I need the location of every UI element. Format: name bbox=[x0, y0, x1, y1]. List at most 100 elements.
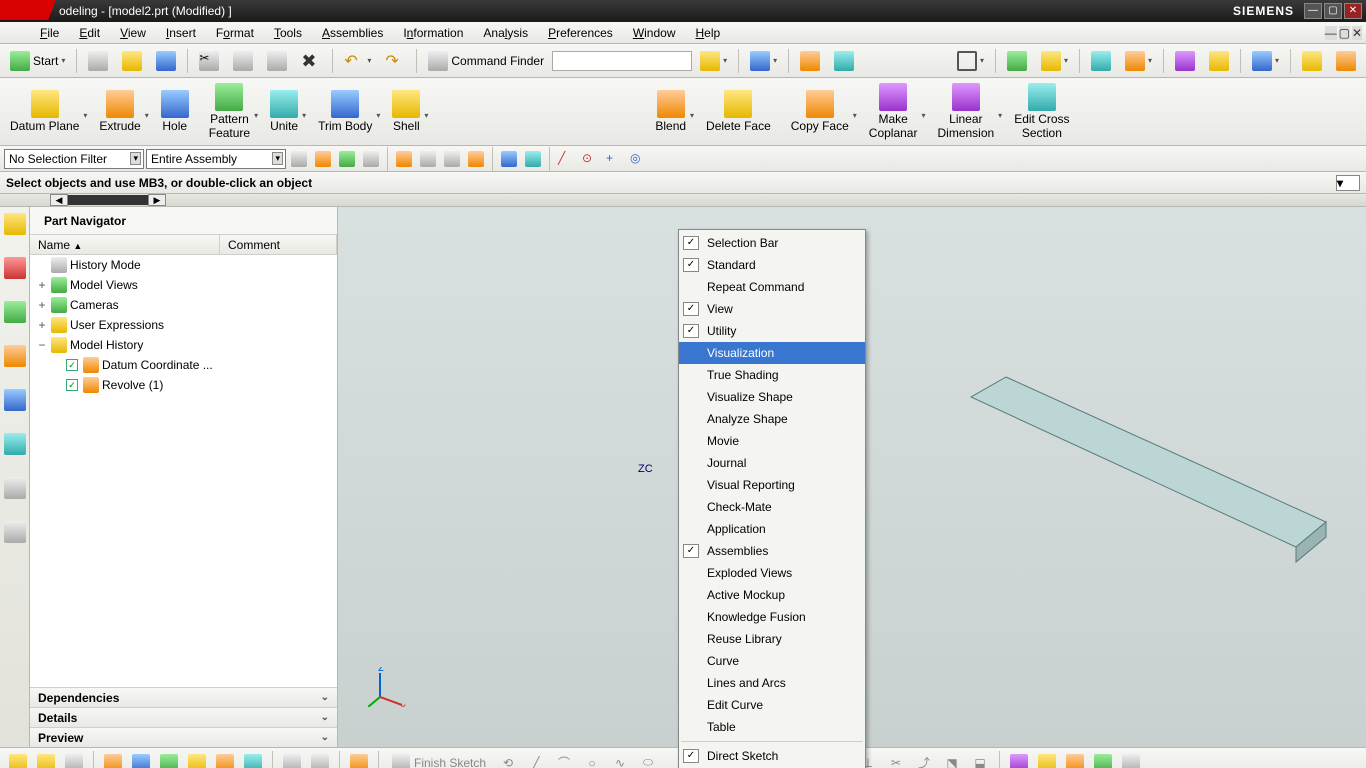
u1-button[interactable] bbox=[794, 49, 826, 73]
command-finder-input[interactable] bbox=[552, 51, 692, 71]
sk13-button[interactable] bbox=[1007, 751, 1031, 768]
sk12-button[interactable]: ⬓ bbox=[968, 751, 992, 768]
tree-row[interactable]: +Cameras bbox=[30, 295, 337, 315]
edit-cross-section-button[interactable]: Edit Cross Section bbox=[1004, 82, 1079, 142]
blend-button[interactable]: Blend▾ bbox=[645, 82, 696, 142]
menu-item[interactable]: Analyze Shape bbox=[679, 408, 865, 430]
selection-filter-dropdown[interactable]: No Selection Filter bbox=[4, 149, 144, 169]
menu-item[interactable]: Movie bbox=[679, 430, 865, 452]
b10-button[interactable] bbox=[280, 751, 304, 768]
u2-button[interactable] bbox=[828, 49, 860, 73]
menu-item[interactable]: ✓View bbox=[679, 298, 865, 320]
reuse-library-tab-icon[interactable] bbox=[4, 345, 26, 367]
menu-item[interactable]: Exploded Views bbox=[679, 562, 865, 584]
menu-analysis[interactable]: Analysis bbox=[473, 23, 538, 43]
menu-item[interactable]: ✓Utility bbox=[679, 320, 865, 342]
mdi-close-button[interactable]: ✕ bbox=[1352, 26, 1362, 40]
s7-button[interactable] bbox=[441, 148, 463, 170]
command-finder-button[interactable]: Command Finder bbox=[422, 49, 550, 73]
touch-mode-button[interactable]: ▾ bbox=[744, 49, 783, 73]
s4-button[interactable] bbox=[360, 148, 382, 170]
menu-item[interactable]: Edit Curve bbox=[679, 694, 865, 716]
paste-button[interactable] bbox=[261, 49, 293, 73]
menu-item[interactable]: Curve bbox=[679, 650, 865, 672]
redo-button[interactable]: ↷ bbox=[379, 49, 411, 73]
v4-button[interactable]: ▾ bbox=[1119, 49, 1158, 73]
v9-button[interactable] bbox=[1330, 49, 1362, 73]
s12-button[interactable]: ⊙ bbox=[579, 148, 601, 170]
s8-button[interactable] bbox=[465, 148, 487, 170]
menu-information[interactable]: Information bbox=[393, 23, 473, 43]
assembly-scope-dropdown[interactable]: Entire Assembly bbox=[146, 149, 286, 169]
tree-row[interactable]: −Model History bbox=[30, 335, 337, 355]
menu-edit[interactable]: Edit bbox=[69, 23, 110, 43]
expand-icon[interactable]: + bbox=[36, 278, 48, 292]
save-button[interactable] bbox=[150, 49, 182, 73]
s11-button[interactable]: ╱ bbox=[555, 148, 577, 170]
checkbox-icon[interactable]: ✓ bbox=[66, 379, 78, 391]
sk11-button[interactable]: ⬔ bbox=[940, 751, 964, 768]
navigator-tree[interactable]: History Mode+Model Views+Cameras+User Ex… bbox=[30, 255, 337, 687]
browser-tab-icon[interactable] bbox=[4, 433, 26, 455]
preview-section[interactable]: Preview⌄ bbox=[30, 727, 337, 747]
menu-item[interactable]: Application bbox=[679, 518, 865, 540]
roles-tab-icon[interactable] bbox=[4, 521, 26, 543]
s5-button[interactable] bbox=[393, 148, 415, 170]
sk17-button[interactable] bbox=[1119, 751, 1143, 768]
menu-tools[interactable]: Tools bbox=[264, 23, 312, 43]
mdi-restore-button[interactable]: ▢ bbox=[1339, 26, 1350, 40]
b12-button[interactable] bbox=[347, 751, 371, 768]
s9-button[interactable] bbox=[498, 148, 520, 170]
menu-preferences[interactable]: Preferences bbox=[538, 23, 623, 43]
new-button[interactable] bbox=[82, 49, 114, 73]
b9-button[interactable] bbox=[241, 751, 265, 768]
details-section[interactable]: Details⌄ bbox=[30, 707, 337, 727]
sk14-button[interactable] bbox=[1035, 751, 1059, 768]
sk3-button[interactable]: ⌒ bbox=[552, 751, 576, 768]
b11-button[interactable] bbox=[308, 751, 332, 768]
col-comment[interactable]: Comment bbox=[220, 235, 337, 254]
menu-format[interactable]: Format bbox=[206, 23, 264, 43]
menu-item[interactable]: Lines and Arcs bbox=[679, 672, 865, 694]
expand-icon[interactable]: − bbox=[36, 338, 48, 352]
expand-icon[interactable]: + bbox=[36, 318, 48, 332]
col-name[interactable]: Name ▲ bbox=[30, 235, 220, 254]
minimize-button[interactable]: — bbox=[1304, 3, 1322, 19]
s1-button[interactable] bbox=[288, 148, 310, 170]
menu-help[interactable]: Help bbox=[686, 23, 731, 43]
close-button[interactable]: ✕ bbox=[1344, 3, 1362, 19]
tree-row[interactable]: ✓Revolve (1) bbox=[30, 375, 337, 395]
shell-button[interactable]: Shell▾ bbox=[382, 82, 430, 142]
tree-row[interactable]: +Model Views bbox=[30, 275, 337, 295]
menu-file[interactable]: File bbox=[30, 23, 69, 43]
datum-plane-button[interactable]: Datum Plane▾ bbox=[0, 82, 89, 142]
menu-item[interactable]: True Shading bbox=[679, 364, 865, 386]
tab-scroll-left[interactable]: ◀ bbox=[50, 194, 68, 206]
menu-view[interactable]: View bbox=[110, 23, 156, 43]
b1-button[interactable] bbox=[6, 751, 30, 768]
s10-button[interactable] bbox=[522, 148, 544, 170]
s3-button[interactable] bbox=[336, 148, 358, 170]
sk9-button[interactable]: ✂ bbox=[884, 751, 908, 768]
part-navigator-tab-icon[interactable] bbox=[4, 213, 26, 235]
menu-item[interactable]: ✓Standard bbox=[679, 254, 865, 276]
hole-button[interactable]: Hole bbox=[151, 82, 199, 142]
menu-item[interactable]: Table bbox=[679, 716, 865, 738]
b6-button[interactable] bbox=[157, 751, 181, 768]
rect-dropdown-button[interactable]: ▾ bbox=[951, 49, 990, 73]
sk15-button[interactable] bbox=[1063, 751, 1087, 768]
menu-item[interactable]: Visual Reporting bbox=[679, 474, 865, 496]
sk5-button[interactable]: ∿ bbox=[608, 751, 632, 768]
pattern-feature-button[interactable]: Pattern Feature▾ bbox=[199, 82, 260, 142]
expand-icon[interactable]: + bbox=[36, 298, 48, 312]
v5-button[interactable] bbox=[1169, 49, 1201, 73]
s6-button[interactable] bbox=[417, 148, 439, 170]
s14-button[interactable]: ◎ bbox=[627, 148, 649, 170]
tree-row[interactable]: History Mode bbox=[30, 255, 337, 275]
sk1-button[interactable]: ⟲ bbox=[496, 751, 520, 768]
trim-body-button[interactable]: Trim Body▾ bbox=[308, 82, 382, 142]
dependencies-section[interactable]: Dependencies⌄ bbox=[30, 687, 337, 707]
s2-button[interactable] bbox=[312, 148, 334, 170]
sk10-button[interactable]: ⤴ bbox=[912, 751, 936, 768]
delete-face-button[interactable]: Delete Face bbox=[696, 82, 781, 142]
